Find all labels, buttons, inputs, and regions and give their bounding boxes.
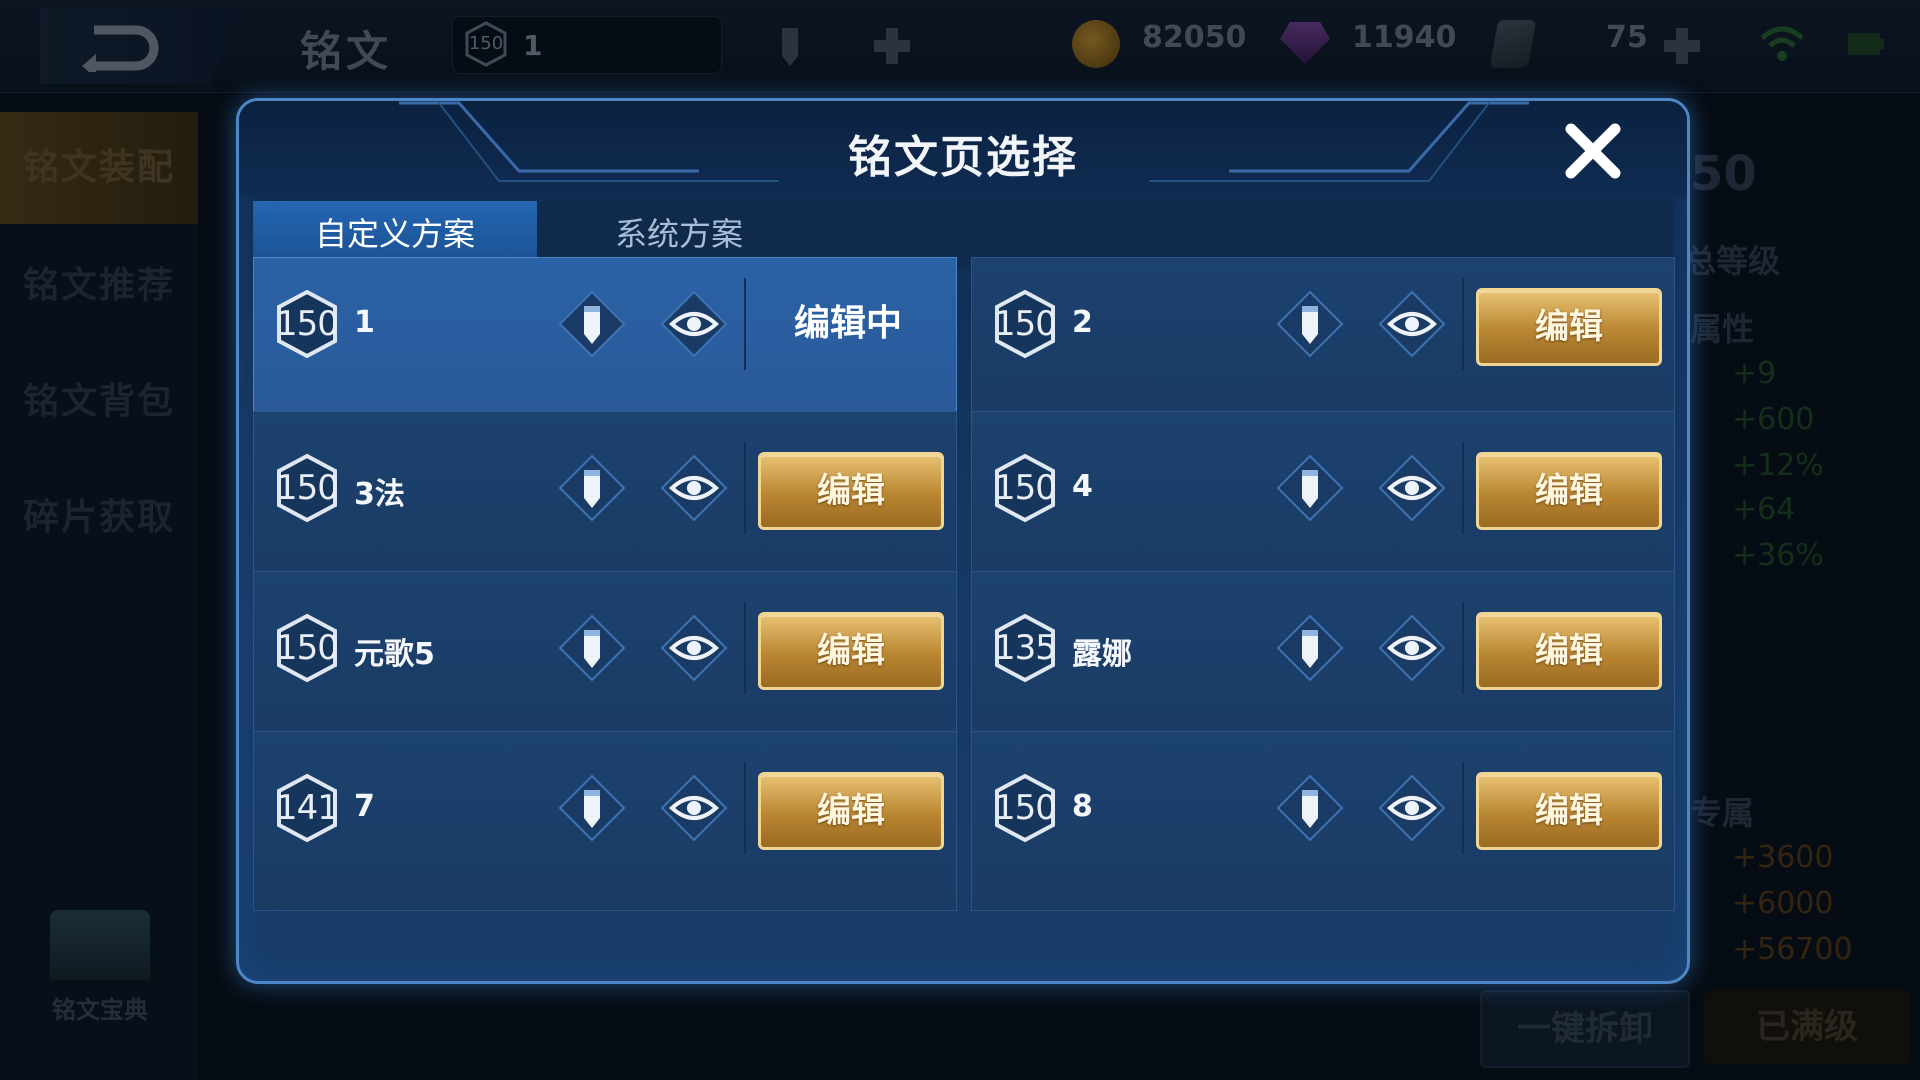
inscription-page-card[interactable]: 150 8 编辑 bbox=[971, 731, 1675, 911]
card-divider bbox=[744, 278, 746, 370]
pencil-icon bbox=[558, 290, 626, 358]
page-name: 8 bbox=[1072, 789, 1093, 824]
page-level: 141 bbox=[276, 788, 339, 828]
dialog-header: 铭文页选择 bbox=[239, 101, 1687, 197]
hexagon-level-icon: 150 bbox=[990, 289, 1060, 359]
pencil-icon bbox=[558, 774, 626, 842]
inscription-page-card[interactable]: 141 7 编辑 bbox=[253, 731, 957, 911]
hexagon-level-icon: 150 bbox=[272, 613, 342, 683]
edit-button[interactable]: 编辑 bbox=[1476, 612, 1662, 690]
close-icon bbox=[1565, 123, 1621, 179]
rename-button[interactable] bbox=[1274, 772, 1346, 844]
page-name: 元歌5 bbox=[354, 637, 435, 672]
hexagon-level-icon: 135 bbox=[990, 613, 1060, 683]
eye-icon bbox=[660, 290, 728, 358]
page-name: 4 bbox=[1072, 469, 1093, 504]
dialog-title: 铭文页选择 bbox=[848, 132, 1078, 183]
page-level: 150 bbox=[994, 788, 1057, 828]
rename-button[interactable] bbox=[556, 772, 628, 844]
inscription-page-card[interactable]: 150 2 编辑 bbox=[971, 257, 1675, 413]
page-level: 135 bbox=[994, 628, 1057, 668]
page-name: 3法 bbox=[354, 477, 405, 512]
page-level: 150 bbox=[994, 304, 1057, 344]
preview-button[interactable] bbox=[1376, 452, 1448, 524]
inscription-page-dialog: 铭文页选择 自定义方案 系统方案 150 1 编辑中 150 2 编辑 150 3法 编辑 150… bbox=[236, 98, 1690, 984]
inscription-page-card[interactable]: 150 元歌5 编辑 bbox=[253, 571, 957, 751]
pencil-icon bbox=[1276, 614, 1344, 682]
card-divider bbox=[744, 762, 746, 854]
eye-icon bbox=[1378, 614, 1446, 682]
rename-button[interactable] bbox=[1274, 452, 1346, 524]
editing-status: 编辑中 bbox=[793, 303, 902, 344]
hexagon-level-icon: 150 bbox=[990, 453, 1060, 523]
page-level: 150 bbox=[276, 304, 339, 344]
rename-button[interactable] bbox=[1274, 288, 1346, 360]
preview-button[interactable] bbox=[658, 612, 730, 684]
rename-button[interactable] bbox=[1274, 612, 1346, 684]
page-name: 露娜 bbox=[1072, 637, 1132, 672]
preview-button[interactable] bbox=[658, 288, 730, 360]
page-name: 7 bbox=[354, 789, 375, 824]
card-divider bbox=[744, 602, 746, 694]
rename-button[interactable] bbox=[556, 452, 628, 524]
pencil-icon bbox=[558, 614, 626, 682]
pencil-icon bbox=[558, 454, 626, 522]
edit-button[interactable]: 编辑 bbox=[1476, 772, 1662, 850]
card-divider bbox=[1462, 602, 1464, 694]
page-level: 150 bbox=[276, 468, 339, 508]
eye-icon bbox=[1378, 454, 1446, 522]
pencil-icon bbox=[1276, 774, 1344, 842]
eye-icon bbox=[660, 454, 728, 522]
edit-button[interactable]: 编辑 bbox=[1476, 288, 1662, 366]
page-level: 150 bbox=[276, 628, 339, 668]
card-divider bbox=[1462, 762, 1464, 854]
preview-button[interactable] bbox=[658, 772, 730, 844]
edit-button[interactable]: 编辑 bbox=[758, 452, 944, 530]
hexagon-level-icon: 150 bbox=[272, 289, 342, 359]
inscription-page-card[interactable]: 150 1 编辑中 bbox=[253, 257, 957, 413]
hexagon-level-icon: 150 bbox=[990, 773, 1060, 843]
card-divider bbox=[1462, 442, 1464, 534]
preview-button[interactable] bbox=[658, 452, 730, 524]
eye-icon bbox=[660, 614, 728, 682]
inscription-page-card[interactable]: 135 露娜 编辑 bbox=[971, 571, 1675, 751]
card-divider bbox=[1462, 278, 1464, 370]
inscription-page-card[interactable]: 150 4 编辑 bbox=[971, 411, 1675, 591]
page-name: 1 bbox=[354, 305, 375, 340]
hexagon-level-icon: 141 bbox=[272, 773, 342, 843]
close-button[interactable] bbox=[1561, 119, 1625, 183]
inscription-page-card[interactable]: 150 3法 编辑 bbox=[253, 411, 957, 591]
hexagon-level-icon: 150 bbox=[272, 453, 342, 523]
preview-button[interactable] bbox=[1376, 772, 1448, 844]
pencil-icon bbox=[1276, 454, 1344, 522]
edit-button[interactable]: 编辑 bbox=[758, 772, 944, 850]
page-grid: 150 1 编辑中 150 2 编辑 150 3法 编辑 150 4 编辑 150 元歌5 编辑 135 露娜编… bbox=[253, 257, 1675, 967]
preview-button[interactable] bbox=[1376, 288, 1448, 360]
preview-button[interactable] bbox=[1376, 612, 1448, 684]
eye-icon bbox=[660, 774, 728, 842]
eye-icon bbox=[1378, 774, 1446, 842]
edit-button[interactable]: 编辑 bbox=[1476, 452, 1662, 530]
rename-button[interactable] bbox=[556, 288, 628, 360]
page-level: 150 bbox=[994, 468, 1057, 508]
page-name: 2 bbox=[1072, 305, 1093, 340]
eye-icon bbox=[1378, 290, 1446, 358]
rename-button[interactable] bbox=[556, 612, 628, 684]
pencil-icon bbox=[1276, 290, 1344, 358]
card-divider bbox=[744, 442, 746, 534]
edit-button[interactable]: 编辑 bbox=[758, 612, 944, 690]
